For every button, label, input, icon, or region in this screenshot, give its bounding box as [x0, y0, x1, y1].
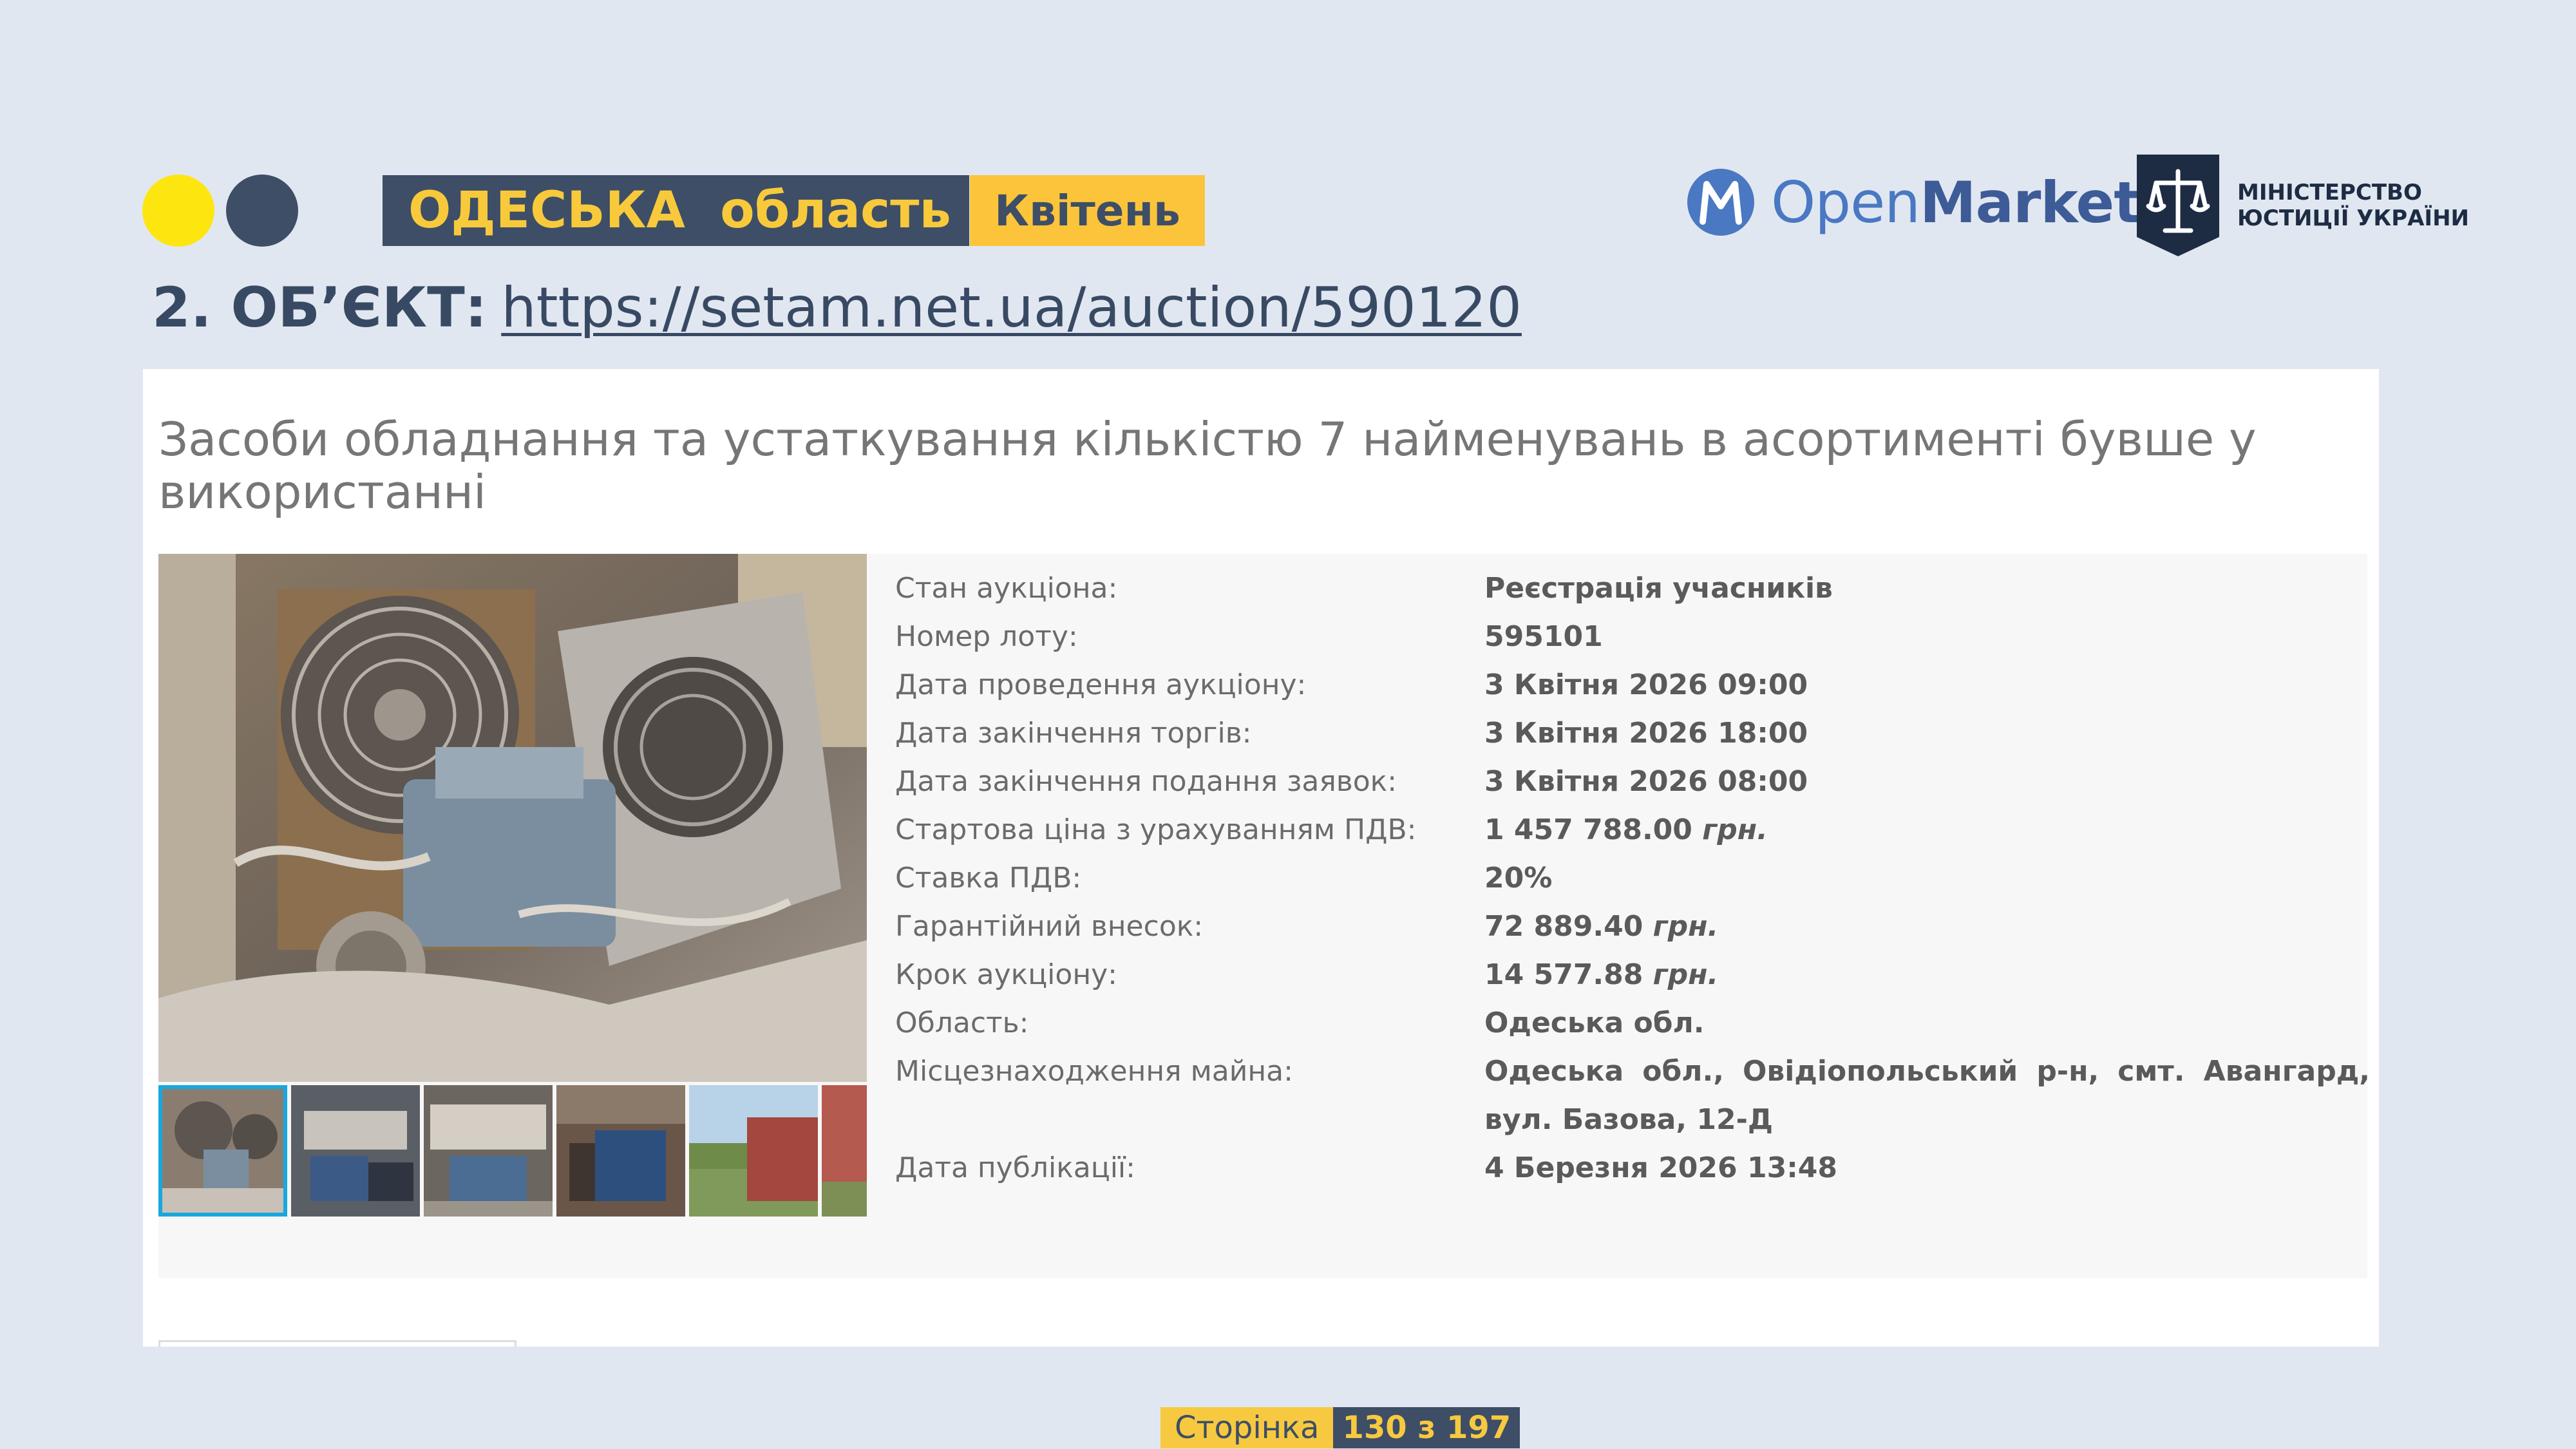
main-photo[interactable]: [158, 554, 867, 1082]
openmarket-logo-text: OpenMarket: [1771, 169, 2141, 236]
detail-row-auction-step: Крок аукціону: 14 577.88 грн.: [895, 951, 2370, 999]
detail-value: 20%: [1484, 862, 1553, 895]
detail-row-auction-date: Дата проведення аукціону: 3 Квітня 2026 …: [895, 661, 2370, 709]
detail-row-application-deadline: Дата закінчення подання заявок: 3 Квітня…: [895, 757, 2370, 806]
detail-key: Гарантійний внесок:: [895, 910, 1204, 943]
page-indicator-label: Сторінка: [1160, 1407, 1334, 1448]
page-indicator-value: 130 з 197: [1333, 1407, 1520, 1448]
detail-key: Дата публікації:: [895, 1151, 1135, 1184]
detail-value: 4 Березня 2026 13:48: [1484, 1151, 1838, 1184]
detail-value: Реєстрація учасників: [1484, 572, 1833, 605]
detail-key: Дата закінчення подання заявок:: [895, 765, 1397, 798]
detail-key: Місцезнаходження майна:: [895, 1055, 1293, 1088]
detail-value: 1 457 788.00 грн.: [1484, 813, 1768, 846]
thumbnail[interactable]: [424, 1085, 553, 1217]
detail-key: Крок аукціону:: [895, 958, 1117, 991]
region-name: ОДЕСЬКА область: [383, 175, 969, 246]
openmarket-logo: OpenMarket: [1687, 164, 2141, 241]
openmarket-logo-icon: [1687, 169, 1754, 236]
ministry-logo: МІНІСТЕРСТВО ЮСТИЦІЇ УКРАЇНИ: [2137, 155, 2469, 256]
detail-value: 3 Квітня 2026 09:00: [1484, 668, 1808, 701]
page-indicator: Сторінка 130 з 197: [1160, 1407, 1520, 1448]
detail-key: Ставка ПДВ:: [895, 862, 1082, 895]
detail-key: Номер лоту:: [895, 620, 1078, 653]
photo-thumbnails: [158, 1085, 867, 1217]
thumbnail[interactable]: [689, 1085, 818, 1217]
object-label: 2. ОБ’ЄКТ:: [152, 276, 488, 340]
detail-key: Область:: [895, 1007, 1029, 1039]
detail-row-region: Область: Одеська обл.: [895, 999, 2370, 1047]
detail-key: Стан аукціона:: [895, 572, 1118, 605]
navy-dot: [226, 175, 298, 247]
thumbnail[interactable]: [291, 1085, 420, 1217]
detail-row-guarantee-fee: Гарантійний внесок: 72 889.40 грн.: [895, 902, 2370, 951]
detail-value: 3 Квітня 2026 08:00: [1484, 765, 1808, 798]
region-banner: ОДЕСЬКА область Квітень: [383, 175, 1205, 246]
lot-title: Засоби обладнання та устаткування кількі…: [158, 412, 2257, 519]
detail-key: Стартова ціна з урахуванням ПДВ:: [895, 813, 1417, 846]
ministry-shield-icon: [2137, 155, 2219, 256]
thumbnail[interactable]: [158, 1085, 287, 1217]
detail-row-publication-date: Дата публікації: 4 Березня 2026 13:48: [895, 1144, 2370, 1192]
detail-key: Дата закінчення торгів:: [895, 717, 1252, 750]
detail-value: 14 577.88 грн.: [1484, 958, 1719, 991]
detail-value: Одеська обл., Овідіопольський р-н, смт. …: [1484, 1055, 2370, 1136]
detail-value: Одеська обл.: [1484, 1007, 1705, 1039]
detail-row-vat-rate: Ставка ПДВ: 20%: [895, 854, 2370, 902]
thumbnail[interactable]: [822, 1085, 867, 1217]
detail-row-status: Стан аукціона: Реєстрація учасників: [895, 564, 2370, 612]
detail-value: 72 889.40 грн.: [1484, 910, 1719, 943]
detail-row-location: Місцезнаходження майна: Одеська обл., Ов…: [895, 1047, 2370, 1144]
tab-stub[interactable]: [158, 1340, 516, 1347]
auction-link[interactable]: https://setam.net.ua/auction/590120: [501, 276, 1522, 340]
detail-row-end-date: Дата закінчення торгів: 3 Квітня 2026 18…: [895, 709, 2370, 757]
ministry-logo-text: МІНІСТЕРСТВО ЮСТИЦІЇ УКРАЇНИ: [2237, 180, 2469, 231]
detail-value: 3 Квітня 2026 18:00: [1484, 717, 1808, 750]
detail-key: Дата проведення аукціону:: [895, 668, 1307, 701]
detail-row-lot-number: Номер лоту: 595101: [895, 612, 2370, 661]
object-heading: 2. ОБ’ЄКТ: https://setam.net.ua/auction/…: [152, 269, 1522, 346]
yellow-dot: [142, 175, 214, 247]
auction-card: Засоби обладнання та устаткування кількі…: [143, 369, 2379, 1347]
region-month: Квітень: [970, 175, 1205, 246]
lot-details: Стан аукціона: Реєстрація учасників Номе…: [895, 564, 2370, 1192]
thumbnail[interactable]: [556, 1085, 685, 1217]
detail-row-starting-price: Стартова ціна з урахуванням ПДВ: 1 457 7…: [895, 806, 2370, 854]
detail-value: 595101: [1484, 620, 1603, 653]
